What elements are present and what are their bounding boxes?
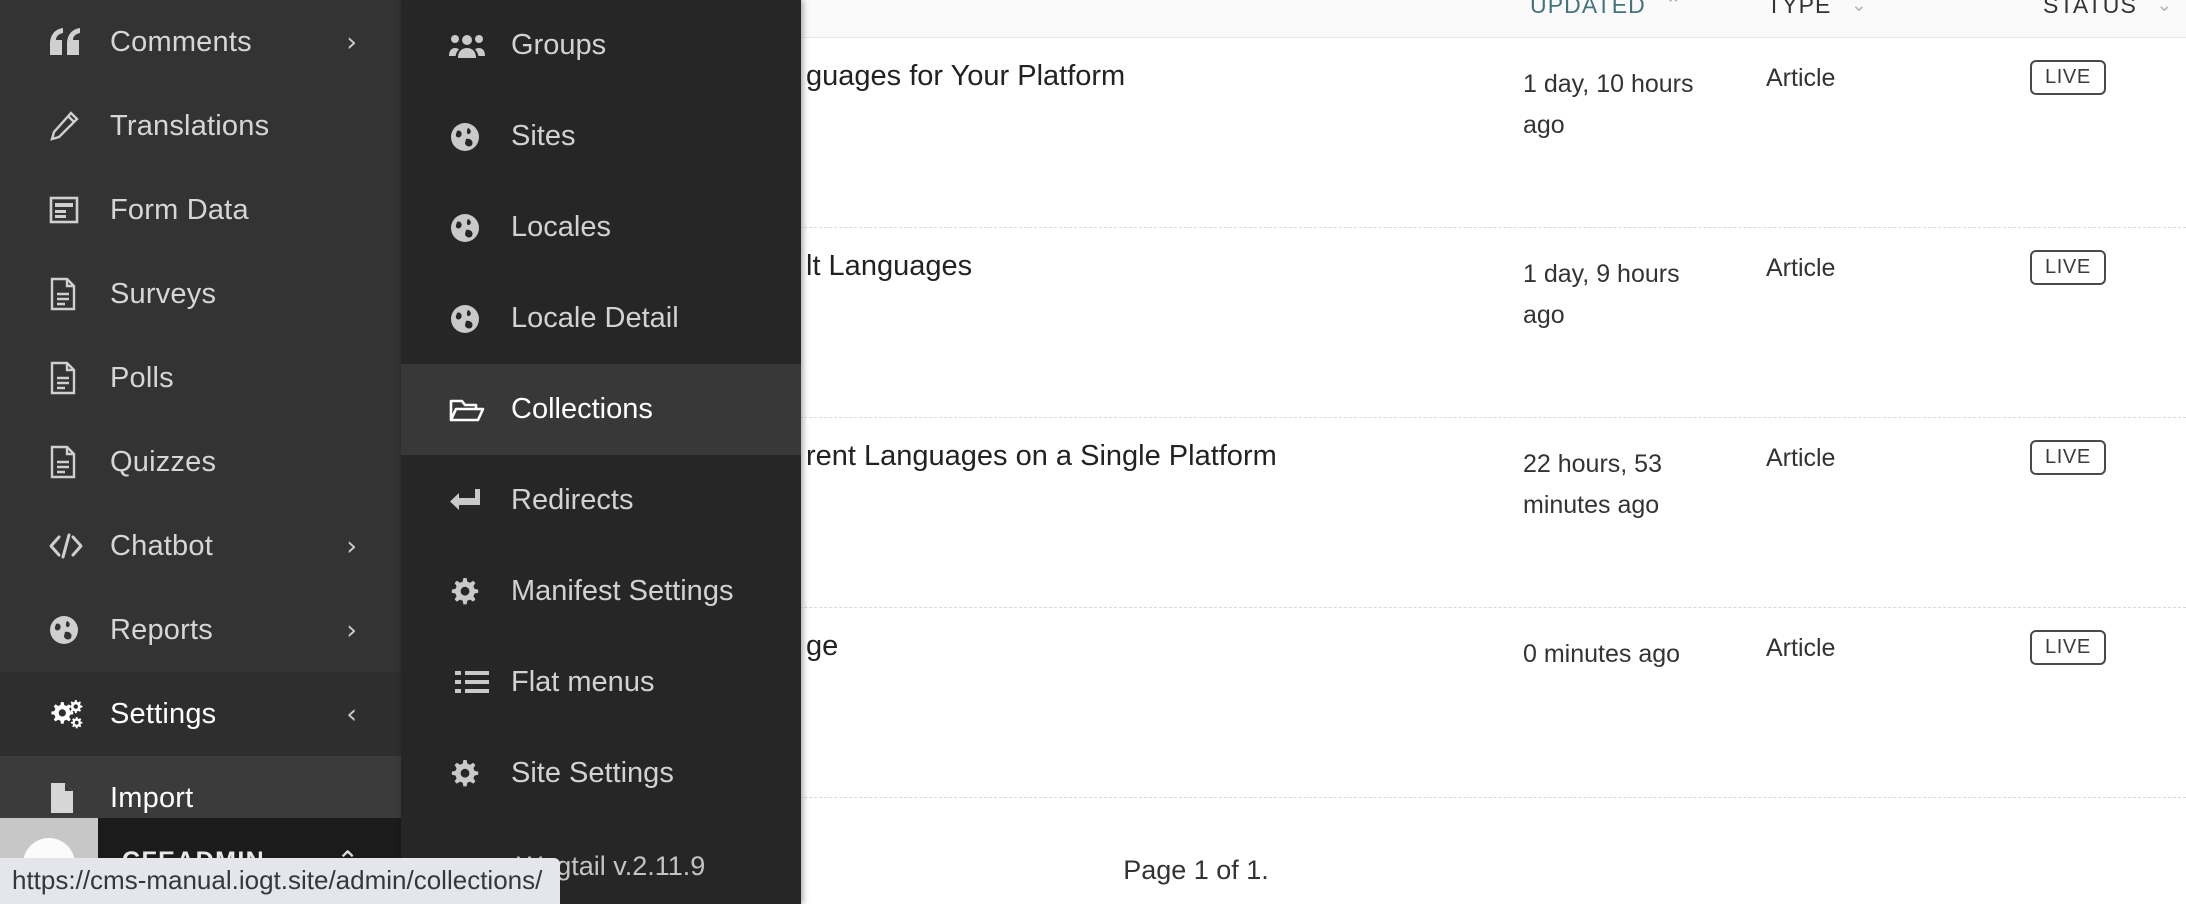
submenu-item-label: Collections bbox=[511, 393, 653, 425]
sidebar-item-form-data[interactable]: Form Data bbox=[0, 168, 401, 252]
cell-status: LIVE bbox=[2030, 60, 2106, 95]
link-preview-statusbar: https://cms-manual.iogt.site/admin/colle… bbox=[0, 858, 560, 904]
submenu-item-redirects[interactable]: Redirects bbox=[401, 455, 801, 546]
submenu-item-label: Sites bbox=[511, 120, 576, 152]
column-header-updated[interactable]: UPDATED ⌃ bbox=[1530, 0, 1682, 19]
sidebar-item-label: Comments bbox=[110, 25, 252, 58]
status-badge: LIVE bbox=[2030, 440, 2106, 475]
column-header-status[interactable]: STATUS ⌄ bbox=[2043, 0, 2173, 19]
submenu-item-groups[interactable]: Groups bbox=[401, 0, 801, 91]
sidebar-item-label: Import bbox=[110, 781, 194, 814]
globe-icon bbox=[449, 212, 495, 244]
sidebar-item-settings[interactable]: Settings ‹ bbox=[0, 672, 401, 756]
submenu-item-label: Locales bbox=[511, 211, 611, 243]
sidebar-item-reports[interactable]: Reports › bbox=[0, 588, 401, 672]
redirect-icon bbox=[449, 487, 495, 515]
column-header-type-label: TYPE bbox=[1767, 0, 1832, 18]
code-icon bbox=[48, 532, 94, 560]
sidebar-item-polls[interactable]: Polls bbox=[0, 336, 401, 420]
cell-type: Article bbox=[1766, 444, 1836, 472]
submenu-item-locale-detail[interactable]: Locale Detail bbox=[401, 273, 801, 364]
form-icon bbox=[48, 194, 94, 226]
list-icon bbox=[455, 670, 489, 693]
column-header-status-label: STATUS bbox=[2043, 0, 2137, 18]
pagination-label: Page 1 of 1. bbox=[1123, 855, 1269, 885]
document-icon bbox=[48, 277, 94, 311]
chevron-right-icon: › bbox=[346, 26, 357, 58]
cell-updated: 1 day, 10 hours ago bbox=[1523, 70, 1694, 139]
pencil-icon bbox=[48, 110, 94, 142]
sidebar-item-chatbot[interactable]: Chatbot › bbox=[0, 504, 401, 588]
cell-updated: 0 minutes ago bbox=[1523, 640, 1681, 668]
sidebar-item-label: Quizzes bbox=[110, 445, 217, 478]
page-title-link[interactable]: rent Languages on a Single Platform bbox=[806, 440, 1277, 473]
chevron-up-icon: ⌃ bbox=[1665, 0, 1683, 16]
submenu-item-label: Manifest Settings bbox=[511, 575, 734, 607]
sidebar-item-label: Translations bbox=[110, 109, 270, 142]
submenu-item-collections[interactable]: Collections bbox=[401, 364, 801, 455]
page-title-link[interactable]: ge bbox=[806, 630, 838, 663]
sidebar-item-quizzes[interactable]: Quizzes bbox=[0, 420, 401, 504]
column-header-updated-label: UPDATED bbox=[1530, 0, 1646, 18]
page-title-link[interactable]: lt Languages bbox=[806, 250, 972, 283]
cell-status: LIVE bbox=[2030, 250, 2106, 285]
cell-updated: 1 day, 9 hours ago bbox=[1523, 260, 1680, 329]
submenu-item-label: Locale Detail bbox=[511, 302, 679, 334]
submenu-item-sites[interactable]: Sites bbox=[401, 91, 801, 182]
column-header-type[interactable]: TYPE ⌄ bbox=[1767, 0, 1868, 19]
globe-icon bbox=[449, 121, 495, 153]
chevron-right-icon: › bbox=[346, 530, 357, 562]
sidebar-item-label: Polls bbox=[110, 361, 174, 394]
submenu-item-flat-menus[interactable]: Flat menus bbox=[401, 637, 801, 728]
cell-type: Article bbox=[1766, 254, 1836, 282]
cell-status: LIVE bbox=[2030, 440, 2106, 475]
sidebar-item-label: Form Data bbox=[110, 193, 249, 226]
sidebar-item-surveys[interactable]: Surveys bbox=[0, 252, 401, 336]
sidebar-item-label: Chatbot bbox=[110, 529, 213, 562]
submenu-item-site-settings[interactable]: Site Settings bbox=[401, 728, 801, 819]
submenu-item-manifest-settings[interactable]: Manifest Settings bbox=[401, 546, 801, 637]
document-icon bbox=[48, 361, 94, 395]
chevron-down-icon: ⌄ bbox=[1850, 0, 1869, 16]
main-sidebar: Comments › Translations Form Data Survey… bbox=[0, 0, 401, 904]
status-badge: LIVE bbox=[2030, 250, 2106, 285]
folder-icon bbox=[449, 396, 495, 424]
sidebar-item-translations[interactable]: Translations bbox=[0, 84, 401, 168]
cell-type: Article bbox=[1766, 634, 1836, 662]
chevron-down-icon: ⌄ bbox=[2156, 0, 2174, 16]
gear-icon bbox=[449, 576, 495, 608]
sidebar-item-comments[interactable]: Comments › bbox=[0, 0, 401, 84]
gear-icon bbox=[449, 758, 495, 790]
sidebar-item-label: Reports bbox=[110, 613, 213, 646]
cell-status: LIVE bbox=[2030, 630, 2106, 665]
cell-type: Article bbox=[1766, 64, 1836, 92]
submenu-item-label: Redirects bbox=[511, 484, 634, 516]
chevron-left-icon: ‹ bbox=[346, 698, 357, 730]
globe-icon bbox=[449, 303, 495, 335]
page-title-link[interactable]: guages for Your Platform bbox=[806, 60, 1125, 93]
gears-icon bbox=[48, 698, 94, 730]
globe-icon bbox=[48, 614, 94, 646]
sidebar-item-label: Surveys bbox=[110, 277, 217, 310]
settings-submenu: Groups Sites Locales Locale Detail Colle… bbox=[401, 0, 801, 904]
submenu-item-label: Groups bbox=[511, 29, 607, 61]
sidebar-item-label: Settings bbox=[110, 697, 217, 730]
submenu-item-locales[interactable]: Locales bbox=[401, 182, 801, 273]
submenu-item-label: Flat menus bbox=[511, 666, 655, 698]
groups-icon bbox=[449, 32, 495, 60]
submenu-item-label: Site Settings bbox=[511, 757, 674, 789]
cell-updated: 22 hours, 53 minutes ago bbox=[1523, 450, 1662, 519]
browser-viewport: UPDATED ⌃ TYPE ⌄ STATUS ⌄ guages for You… bbox=[0, 0, 2186, 904]
document-blank-icon bbox=[48, 781, 94, 815]
status-badge: LIVE bbox=[2030, 60, 2106, 95]
document-icon bbox=[48, 445, 94, 479]
quote-icon bbox=[48, 27, 94, 57]
status-badge: LIVE bbox=[2030, 630, 2106, 665]
chevron-right-icon: › bbox=[346, 614, 357, 646]
